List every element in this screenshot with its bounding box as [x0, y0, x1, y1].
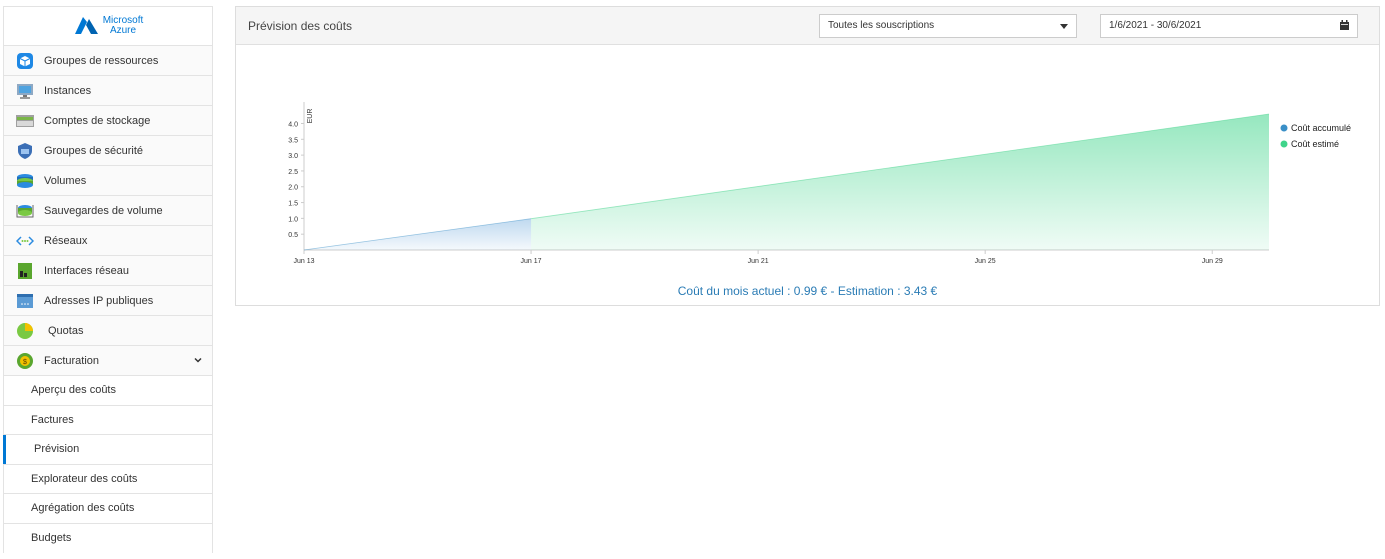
sidebar-subitem-invoices[interactable]: Factures — [4, 405, 212, 435]
sidebar-subitem-cost-overview[interactable]: Aperçu des coûts — [4, 376, 212, 406]
y-tick-label: 1.0 — [288, 216, 298, 223]
sidebar-subitem-budgets[interactable]: Budgets — [4, 523, 212, 553]
x-tick-label: Jun 21 — [748, 258, 769, 265]
backup-icon — [16, 202, 34, 220]
date-range-input[interactable]: 1/6/2021 - 30/6/2021 — [1100, 14, 1358, 38]
sidebar-subitem-label: Factures — [31, 413, 74, 426]
sidebar-item-label: Quotas — [48, 324, 84, 337]
ip-icon — [16, 292, 34, 310]
sidebar-item-networks[interactable]: Réseaux — [4, 226, 212, 256]
sidebar-item-instances[interactable]: Instances — [4, 76, 212, 106]
sidebar-item-label: Groupes de ressources — [44, 54, 159, 67]
y-axis-label: EUR — [307, 109, 314, 124]
subscription-select[interactable]: Toutes les souscriptions — [819, 14, 1077, 38]
sidebar-subitem-label: Aperçu des coûts — [31, 384, 116, 397]
sidebar-item-label: Sauvegardes de volume — [44, 204, 163, 217]
sidebar-item-billing[interactable]: $ Facturation — [4, 346, 212, 376]
y-tick-label: 1.5 — [288, 201, 298, 208]
sidebar-subitem-cost-explorer[interactable]: Explorateur des coûts — [4, 464, 212, 494]
series-area — [531, 114, 1269, 250]
sidebar-item-network-interfaces[interactable]: Interfaces réseau — [4, 256, 212, 286]
panel-title: Prévision des coûts — [248, 19, 353, 33]
disk-icon — [16, 172, 34, 190]
sidebar-subitem-label: Agrégation des coûts — [31, 502, 135, 515]
sidebar-item-resource-groups[interactable]: Groupes de ressources — [4, 46, 212, 76]
y-tick-label: 2.5 — [288, 169, 298, 176]
sidebar-item-label: Comptes de stockage — [44, 114, 151, 127]
panel-header: Prévision des coûts Toutes les souscript… — [236, 7, 1379, 45]
sidebar-subitem-cost-aggregation[interactable]: Agrégation des coûts — [4, 494, 212, 524]
legend-label: Coût estimé — [1291, 139, 1339, 149]
legend-marker — [1280, 124, 1288, 132]
y-tick-label: 4.0 — [288, 121, 298, 128]
y-tick-label: 0.5 — [288, 232, 298, 239]
sidebar-subitem-forecast[interactable]: Prévision — [3, 435, 212, 465]
y-tick-label: 3.5 — [288, 137, 298, 144]
pie-icon — [16, 322, 34, 340]
date-range-value: 1/6/2021 - 30/6/2021 — [1109, 20, 1202, 31]
sidebar-item-label: Facturation — [44, 354, 100, 367]
forecast-chart: 0.5 1.0 1.5 2.0 2.5 3.0 3.5 4.0 EUR Jun 13 Jun 17 J… — [288, 102, 1351, 265]
sidebar-item-label: Volumes — [44, 174, 87, 187]
resource-group-icon — [16, 52, 34, 70]
sidebar-subitem-label: Budgets — [31, 532, 72, 545]
legend-marker — [1280, 140, 1288, 148]
azure-logo[interactable]: Microsoft Azure — [4, 7, 212, 46]
sidebar-item-label: Groupes de sécurité — [44, 144, 144, 157]
x-tick-label: Jun 13 — [293, 258, 314, 265]
svg-text:$: $ — [23, 359, 27, 366]
cost-summary: Coût du mois actuel : 0.99 € - Estimatio… — [677, 284, 938, 298]
sidebar-item-volumes[interactable]: Volumes — [4, 166, 212, 196]
billing-icon: $ — [16, 352, 34, 370]
subscription-select-value: Toutes les souscriptions — [828, 20, 935, 31]
network-icon — [15, 232, 35, 250]
logo-line2: Azure — [109, 25, 137, 36]
nic-icon — [16, 262, 34, 280]
caret-down-icon — [1060, 24, 1068, 29]
x-tick-label: Jun 17 — [521, 258, 542, 265]
x-tick-label: Jun 29 — [1202, 258, 1223, 265]
y-tick-label: 3.0 — [288, 153, 298, 160]
sidebar-item-label: Réseaux — [44, 234, 88, 247]
forecast-panel: Prévision des coûts Toutes les souscript… — [235, 6, 1380, 306]
sidebar-item-label: Instances — [44, 84, 92, 97]
calendar-icon[interactable] — [1340, 20, 1349, 30]
sidebar-item-label: Interfaces réseau — [44, 264, 129, 277]
sidebar-subitem-label: Prévision — [34, 443, 80, 456]
azure-logo-icon — [74, 17, 98, 34]
sidebar-item-security-groups[interactable]: Groupes de sécurité — [4, 136, 212, 166]
x-tick-label: Jun 25 — [975, 258, 996, 265]
sidebar-subitem-label: Explorateur des coûts — [31, 472, 138, 485]
chevron-down-icon[interactable] — [194, 356, 202, 364]
monitor-icon — [16, 82, 34, 100]
sidebar-item-label: Adresses IP publiques — [44, 294, 154, 307]
sidebar-item-public-ips[interactable]: Adresses IP publiques — [4, 286, 212, 316]
shield-icon — [16, 142, 34, 160]
sidebar-item-quotas[interactable]: Quotas — [4, 316, 212, 346]
storage-icon — [16, 112, 34, 130]
sidebar-item-storage-accounts[interactable]: Comptes de stockage — [4, 106, 212, 136]
sidebar-item-volume-backups[interactable]: Sauvegardes de volume — [4, 196, 212, 226]
y-tick-label: 2.0 — [288, 185, 298, 192]
sidebar: Microsoft Azure Groupes de ressources In… — [3, 6, 213, 553]
legend-label: Coût accumulé — [1291, 123, 1351, 133]
